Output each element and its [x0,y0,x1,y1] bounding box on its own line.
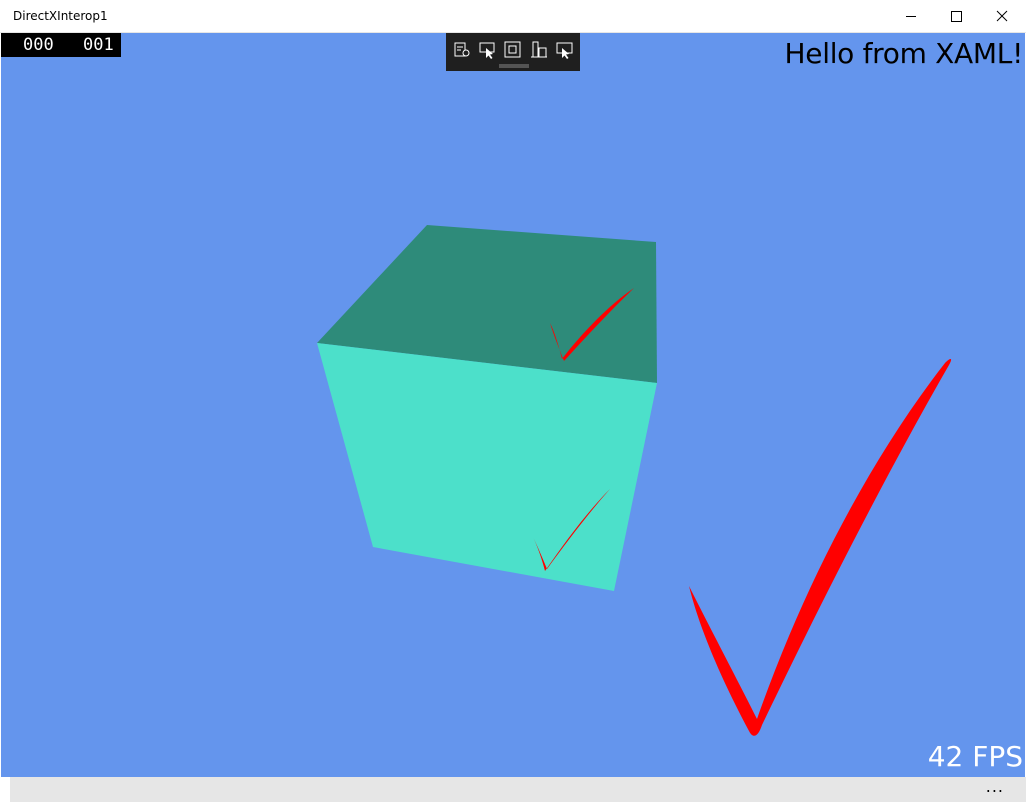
live-visual-tree-icon [454,42,470,57]
window-title: DirectXInterop1 [13,9,108,23]
ink-checkmark-large [689,359,952,736]
directx-scene [317,225,952,736]
live-visual-tree-button[interactable] [451,40,473,60]
track-focus-icon [531,41,547,58]
select-element-button[interactable] [477,40,499,60]
close-icon [996,10,1008,22]
frame-counter-right: 001 [83,35,114,55]
display-layout-adorners-icon [504,41,521,58]
close-button[interactable] [980,0,1026,33]
minimize-icon [906,16,916,17]
hot-reload-button[interactable] [554,40,576,60]
hot-reload-icon [556,42,573,59]
frame-counter-left: 000 [23,35,54,55]
track-focus-button[interactable] [528,40,550,60]
maximize-icon [951,11,962,22]
display-layout-adorners-button[interactable] [502,40,524,60]
minimize-button[interactable] [888,0,934,33]
bottom-app-bar: ... [10,777,1026,802]
fps-counter-text: 42 FPS [927,740,1023,773]
toolbar-drag-grip[interactable] [499,64,529,68]
app-window: DirectXInterop1 000 001 Hello from XAML!… [0,0,1026,802]
xaml-debug-toolbar [446,33,580,71]
cube-front-face [317,343,657,591]
swap-chain-panel[interactable]: 000 001 Hello from XAML! 42 FPS [1,33,1025,777]
title-bar[interactable]: DirectXInterop1 [0,0,1026,33]
select-element-icon [479,42,495,59]
more-options-button[interactable]: ... [986,779,1004,795]
maximize-button[interactable] [934,0,980,33]
hello-from-xaml-text: Hello from XAML! [784,37,1024,70]
frame-rate-counter: 000 001 [1,33,121,57]
window-edge [0,777,10,802]
